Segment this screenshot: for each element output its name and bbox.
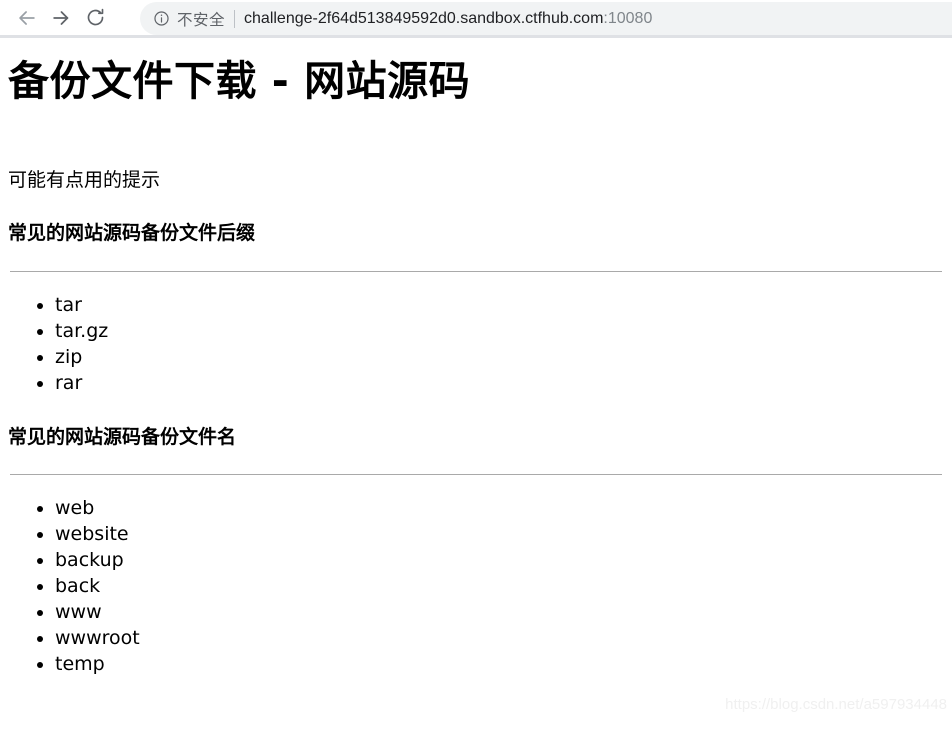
list-item: web bbox=[55, 495, 944, 521]
list-item: zip bbox=[55, 344, 944, 370]
security-status-label: 不安全 bbox=[177, 10, 226, 29]
list-item: tar bbox=[55, 292, 944, 318]
address-bar[interactable]: 不安全 challenge-2f64d513849592d0.sandbox.c… bbox=[140, 2, 952, 35]
section-heading-filenames: 常见的网站源码备份文件名 bbox=[8, 425, 237, 448]
omnibox-divider bbox=[234, 9, 236, 28]
backup-suffix-list: tar tar.gz zip rar bbox=[8, 292, 944, 396]
back-button[interactable] bbox=[10, 3, 44, 33]
forward-button[interactable] bbox=[44, 3, 78, 33]
browser-toolbar: 不安全 challenge-2f64d513849592d0.sandbox.c… bbox=[0, 0, 952, 38]
list-item: temp bbox=[55, 651, 944, 677]
back-arrow-icon bbox=[16, 7, 38, 29]
reload-icon bbox=[85, 7, 106, 28]
watermark: https://blog.csdn.net/a597934448 bbox=[725, 696, 947, 713]
hint-paragraph: 可能有点用的提示 bbox=[8, 169, 161, 192]
list-item: tar.gz bbox=[55, 318, 944, 344]
list-item: rar bbox=[55, 370, 944, 396]
list-item: backup bbox=[55, 547, 944, 573]
list-item: www bbox=[55, 599, 944, 625]
page-title: 备份文件下载 - 网站源码 bbox=[8, 57, 471, 105]
section-divider-2 bbox=[10, 474, 942, 476]
url-port: :10080 bbox=[603, 9, 653, 27]
url-text[interactable]: challenge-2f64d513849592d0.sandbox.ctfhu… bbox=[244, 10, 952, 28]
backup-filename-list: web website backup back www wwwroot temp bbox=[8, 495, 944, 677]
section-heading-suffixes: 常见的网站源码备份文件后缀 bbox=[8, 221, 256, 244]
page-content: 备份文件下载 - 网站源码 可能有点用的提示 常见的网站源码备份文件后缀 tar… bbox=[0, 38, 952, 729]
list-item: back bbox=[55, 573, 944, 599]
forward-arrow-icon bbox=[50, 7, 72, 29]
navigation-buttons bbox=[0, 3, 112, 33]
section-divider-1 bbox=[10, 270, 942, 272]
list-item: wwwroot bbox=[55, 625, 944, 651]
url-host: challenge-2f64d513849592d0.sandbox.ctfhu… bbox=[244, 9, 604, 27]
reload-button[interactable] bbox=[78, 3, 112, 33]
list-item: website bbox=[55, 521, 944, 547]
info-circle-icon[interactable] bbox=[152, 10, 170, 28]
